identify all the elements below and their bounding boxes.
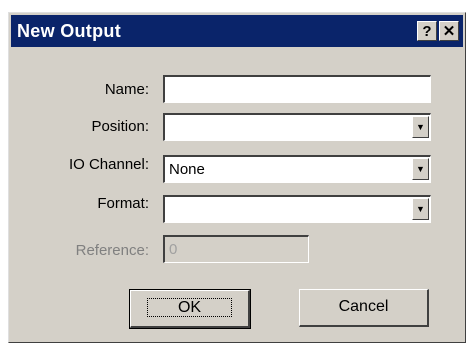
io-channel-select[interactable]: None ▼ <box>163 155 431 183</box>
chevron-down-icon[interactable]: ▼ <box>412 116 429 138</box>
format-select[interactable]: ▼ <box>163 195 431 223</box>
title-bar[interactable]: New Output ? ✕ <box>11 15 463 47</box>
ok-button[interactable]: OK <box>129 289 251 329</box>
position-select[interactable]: ▼ <box>163 113 431 141</box>
io-channel-value: None <box>169 161 205 178</box>
dialog-title: New Output <box>17 21 121 41</box>
cancel-button[interactable]: Cancel <box>299 289 429 327</box>
new-output-dialog: New Output ? ✕ Name: Position: ▼ IO Chan… <box>8 12 466 343</box>
chevron-down-icon[interactable]: ▼ <box>412 198 429 220</box>
reference-value: 0 <box>169 241 178 258</box>
position-label: Position: <box>91 118 149 135</box>
format-label: Format: <box>97 195 149 212</box>
chevron-down-icon[interactable]: ▼ <box>412 158 429 180</box>
reference-input: 0 <box>163 235 309 263</box>
close-icon: ✕ <box>442 23 456 40</box>
io-channel-label: IO Channel: <box>68 156 149 173</box>
name-label: Name: <box>104 81 149 98</box>
cancel-label: Cancel <box>338 298 389 315</box>
help-button[interactable]: ? <box>417 21 437 41</box>
ok-label: OK <box>146 298 233 317</box>
close-button[interactable]: ✕ <box>439 21 459 41</box>
help-icon: ? <box>422 23 432 40</box>
name-input[interactable] <box>163 75 431 103</box>
reference-label: Reference: <box>75 242 149 259</box>
